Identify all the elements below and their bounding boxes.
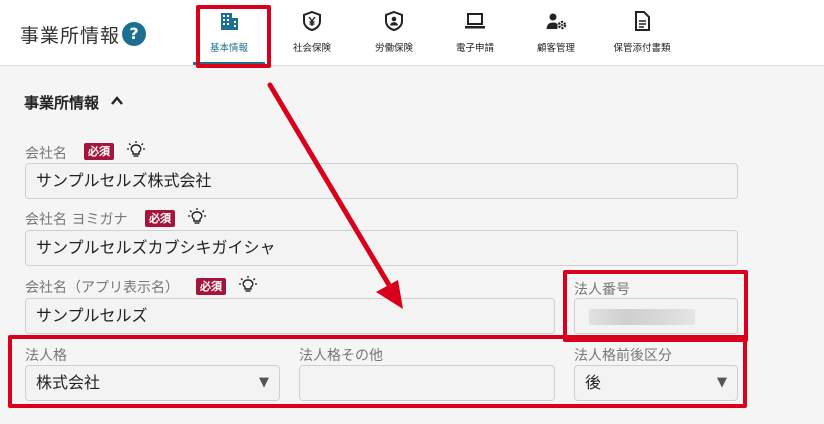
annotation-arrow xyxy=(267,82,403,309)
